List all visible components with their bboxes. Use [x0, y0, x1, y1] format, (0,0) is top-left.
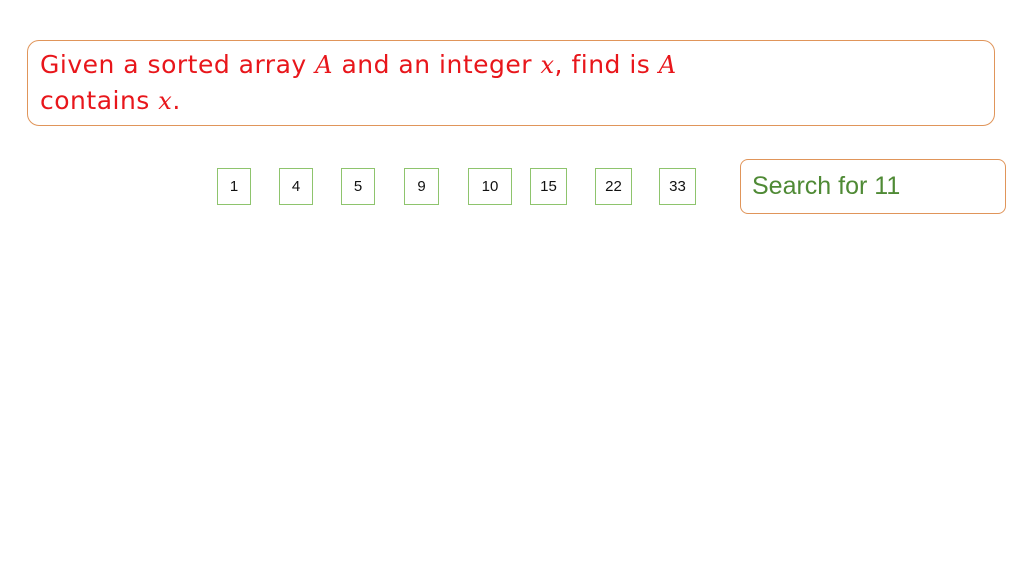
search-target-box: Search for 11 [740, 159, 1006, 214]
problem-text-segment: . [172, 86, 181, 115]
math-variable-A: A [315, 51, 333, 79]
array-cell: 4 [279, 168, 313, 205]
math-variable-x: x [540, 51, 555, 79]
math-variable-A: A [658, 51, 677, 79]
array-cell: 5 [341, 168, 375, 205]
search-target-label: Search for 11 [752, 172, 901, 200]
array-cell: 15 [530, 168, 567, 205]
problem-line-2: contains x. [40, 83, 980, 119]
problem-text-segment: , find is [554, 50, 659, 79]
array-cell: 22 [595, 168, 632, 205]
array-cell: 1 [217, 168, 251, 205]
problem-statement: Given a sorted array A and an integer x,… [40, 47, 980, 119]
problem-statement-box: Given a sorted array A and an integer x,… [27, 40, 995, 126]
array-cell: 9 [404, 168, 439, 205]
problem-text-segment: and an integer [333, 50, 541, 79]
math-variable-x: x [158, 87, 173, 115]
problem-text-segment: contains [40, 86, 159, 115]
problem-line-1: Given a sorted array A and an integer x,… [40, 47, 980, 83]
problem-text-segment: Given a sorted array [40, 50, 316, 79]
array-cell: 33 [659, 168, 696, 205]
array-cell: 10 [468, 168, 512, 205]
